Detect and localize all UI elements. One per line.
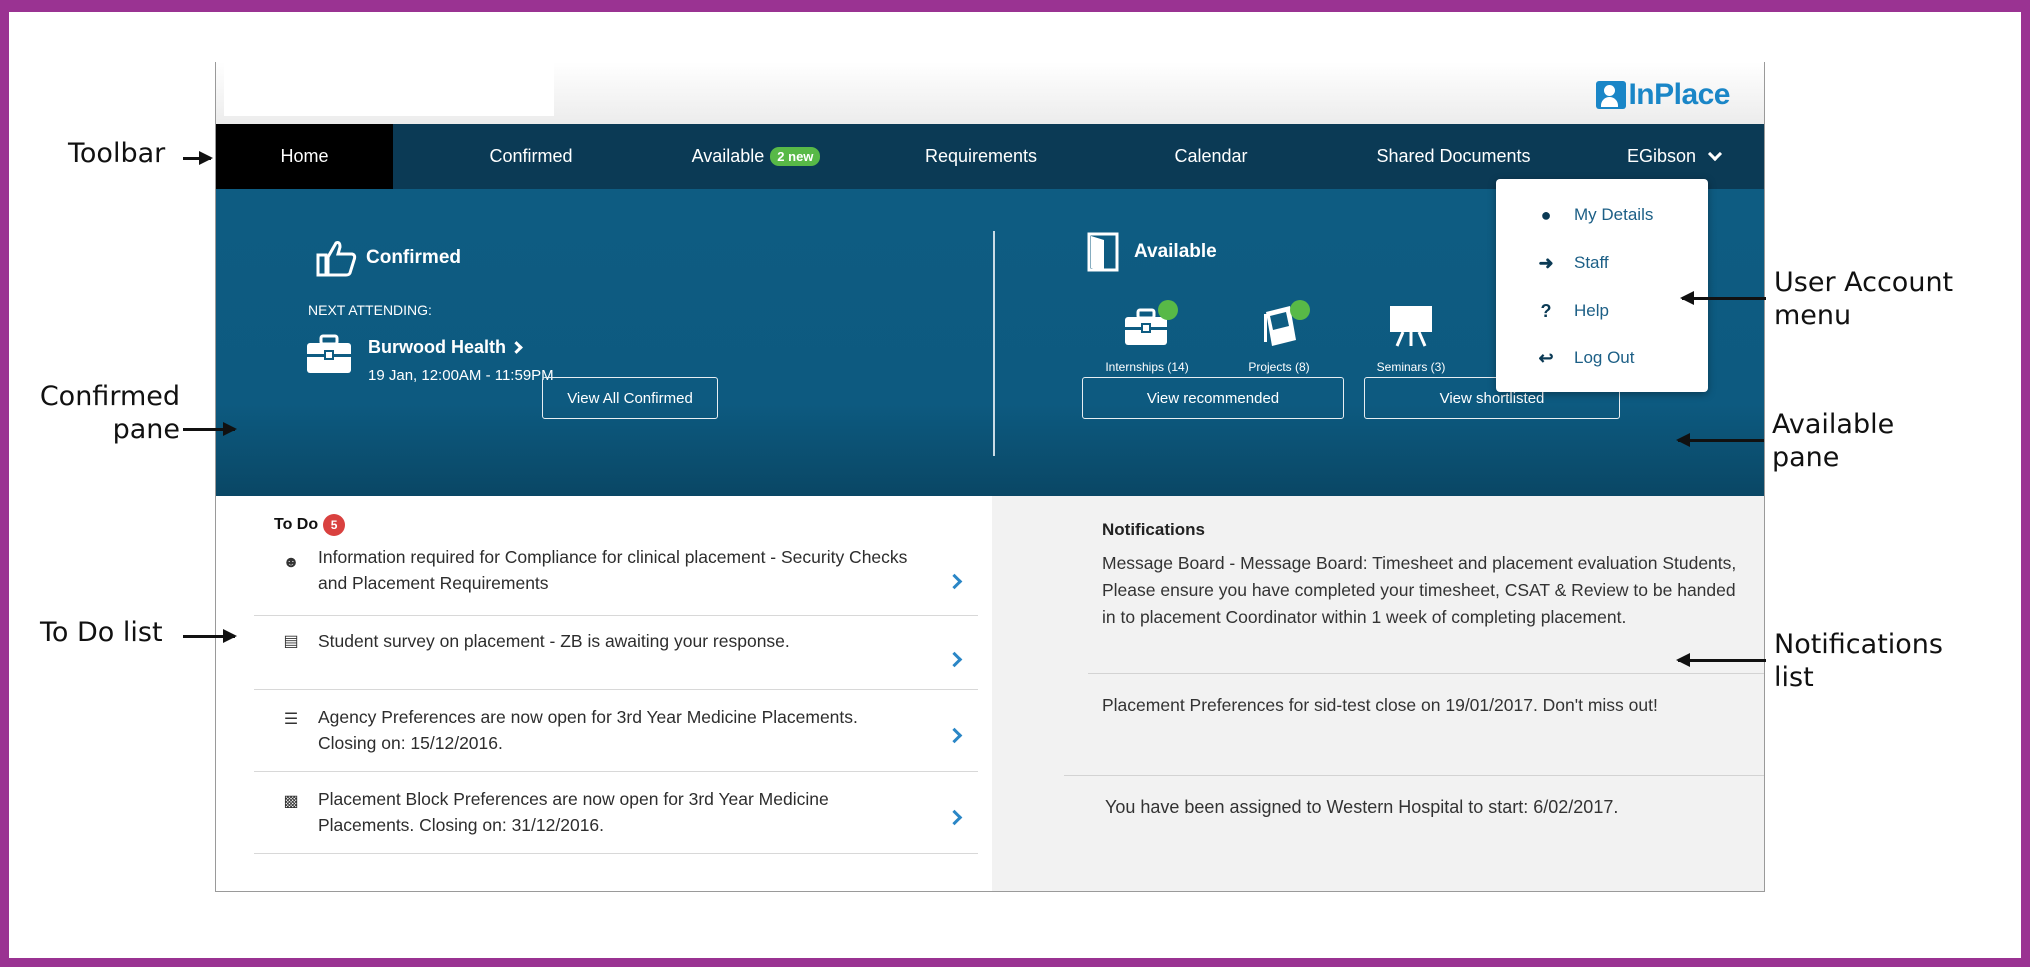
notification-item[interactable]: Message Board - Message Board: Timesheet… xyxy=(1102,550,1752,631)
annotation-available-pane: Available pane xyxy=(1772,409,1895,473)
arrow-left-icon xyxy=(1676,433,1764,447)
sign-in-icon: ➜ xyxy=(1538,252,1554,273)
new-badge: 2 new xyxy=(770,147,821,166)
placement-time: 19 Jan, 12:00AM - 11:59PM xyxy=(368,367,554,384)
list-item[interactable]: ▤ Student survey on placement - ZB is aw… xyxy=(254,616,978,690)
menu-item-staff[interactable]: ➜ Staff xyxy=(1536,252,1609,273)
tab-requirements[interactable]: Requirements xyxy=(866,124,1096,189)
next-attending-label: NEXT ATTENDING: xyxy=(308,302,432,318)
view-all-confirmed-button[interactable]: View All Confirmed xyxy=(542,377,718,419)
category-internships[interactable]: Internships (14) xyxy=(1087,300,1207,374)
confirmed-title-text: Confirmed xyxy=(366,247,461,268)
chevron-right-icon xyxy=(946,651,963,668)
todo-title-text: To Do xyxy=(274,516,319,533)
user-account-menu: ● My Details ➜ Staff ? Help ↩ Log Out xyxy=(1496,179,1708,392)
log-out-icon: ↩ xyxy=(1538,347,1554,368)
list-icon: ☰ xyxy=(283,711,299,728)
todo-count-badge: 5 xyxy=(323,514,346,536)
briefcase-icon xyxy=(307,334,351,373)
chevron-down-icon xyxy=(1707,146,1723,161)
category-projects-label: Projects (8) xyxy=(1248,360,1310,374)
arrow-left-icon xyxy=(1680,291,1766,305)
notifications-title: Notifications xyxy=(1102,520,1205,539)
tab-shared-documents-label: Shared Documents xyxy=(1376,146,1531,166)
annotation-user-account-menu: User Account menu xyxy=(1774,267,1954,331)
user-alert-icon: ☻ xyxy=(282,554,300,571)
list-item[interactable]: ☻ Information required for Compliance fo… xyxy=(254,544,978,616)
menu-item-label: My Details xyxy=(1574,205,1654,224)
menu-item-help[interactable]: ? Help xyxy=(1536,301,1609,321)
annotation-todo-list: To Do list xyxy=(40,617,163,648)
todo-item-text: Student survey on placement - ZB is awai… xyxy=(318,631,790,651)
arrow-right-icon xyxy=(183,422,237,436)
available-title-text: Available xyxy=(1134,241,1217,262)
menu-item-label: Staff xyxy=(1574,253,1609,272)
chevron-right-icon xyxy=(946,573,963,590)
todo-item-text: Information required for Compliance for … xyxy=(318,547,908,593)
category-seminars-label: Seminars (3) xyxy=(1376,360,1446,374)
notification-item[interactable]: You have been assigned to Western Hospit… xyxy=(1105,794,1755,821)
todo-item-text: Agency Preferences are now open for 3rd … xyxy=(318,707,858,753)
tab-calendar[interactable]: Calendar xyxy=(1096,124,1326,189)
new-indicator-dot xyxy=(1158,300,1178,320)
annotation-notifications-list: Notifications list xyxy=(1774,629,1943,693)
user-icon: ● xyxy=(1540,204,1552,225)
list-item[interactable]: ☰ Agency Preferences are now open for 3r… xyxy=(254,690,978,772)
annotation-confirmed-pane: Confirmed pane xyxy=(39,381,180,445)
tab-home-label: Home xyxy=(280,146,329,166)
confirmed-pane-title: Confirmed xyxy=(316,239,461,277)
header-blank-area xyxy=(224,62,554,116)
tab-confirmed[interactable]: Confirmed xyxy=(416,124,646,189)
arrow-left-icon xyxy=(1676,653,1766,667)
category-projects[interactable]: Projects (8) xyxy=(1219,300,1339,374)
view-recommended-label: View recommended xyxy=(1146,389,1280,407)
menu-item-label: Help xyxy=(1574,301,1609,320)
placement-name: Burwood Health xyxy=(368,337,506,357)
tab-calendar-label: Calendar xyxy=(1174,146,1248,166)
arrow-right-icon xyxy=(183,629,237,643)
view-shortlisted-label: View shortlisted xyxy=(1439,389,1545,407)
annotation-toolbar: Toolbar xyxy=(68,138,166,169)
tab-available-label: Available xyxy=(691,146,765,166)
view-all-confirmed-label: View All Confirmed xyxy=(567,389,693,407)
survey-icon: ▤ xyxy=(283,633,299,650)
menu-item-my-details[interactable]: ● My Details xyxy=(1536,204,1654,225)
inplace-logo[interactable]: InPlace xyxy=(1596,78,1730,112)
username-label: EGibson xyxy=(1626,146,1697,166)
logo-person-icon xyxy=(1596,81,1627,109)
logo-text: InPlace xyxy=(1628,78,1730,111)
easel-icon xyxy=(1390,306,1432,347)
calendar-edit-icon: ▩ xyxy=(283,793,299,810)
tab-available[interactable]: Available 2 new xyxy=(646,124,866,189)
arrow-right-icon xyxy=(183,151,213,165)
available-pane-title: Available xyxy=(1086,231,1217,273)
tab-confirmed-label: Confirmed xyxy=(489,146,573,166)
notifications-list: Notifications Message Board - Message Bo… xyxy=(992,496,1764,891)
notification-item[interactable]: Placement Preferences for sid-test close… xyxy=(1102,692,1752,719)
tab-home[interactable]: Home xyxy=(216,124,393,189)
menu-item-label: Log Out xyxy=(1574,348,1635,367)
thumbs-up-icon xyxy=(316,241,357,277)
list-item[interactable]: ▩ Placement Block Preferences are now op… xyxy=(254,772,978,854)
menu-item-log-out[interactable]: ↩ Log Out xyxy=(1536,347,1635,368)
pane-divider xyxy=(993,231,995,456)
door-icon xyxy=(1087,232,1119,272)
next-placement-link[interactable]: Burwood Health xyxy=(368,337,523,358)
chevron-right-icon xyxy=(510,341,523,354)
tab-requirements-label: Requirements xyxy=(924,146,1038,166)
app-header: InPlace xyxy=(216,62,1764,124)
inplace-app: InPlace Home Confirmed Available 2 new Re… xyxy=(215,62,1765,892)
help-icon: ? xyxy=(1540,300,1552,321)
new-indicator-dot xyxy=(1290,300,1310,320)
category-seminars[interactable]: Seminars (3) xyxy=(1351,304,1471,374)
view-recommended-button[interactable]: View recommended xyxy=(1082,377,1344,419)
category-internships-label: Internships (14) xyxy=(1105,360,1189,374)
todo-list: To Do 5 ☻ Information required for Compl… xyxy=(216,496,992,891)
divider xyxy=(1088,673,1764,674)
chevron-right-icon xyxy=(946,809,963,826)
divider xyxy=(1064,775,1764,776)
todo-item-text: Placement Block Preferences are now open… xyxy=(318,789,829,835)
todo-title: To Do 5 xyxy=(274,514,346,536)
chevron-right-icon xyxy=(946,727,963,744)
